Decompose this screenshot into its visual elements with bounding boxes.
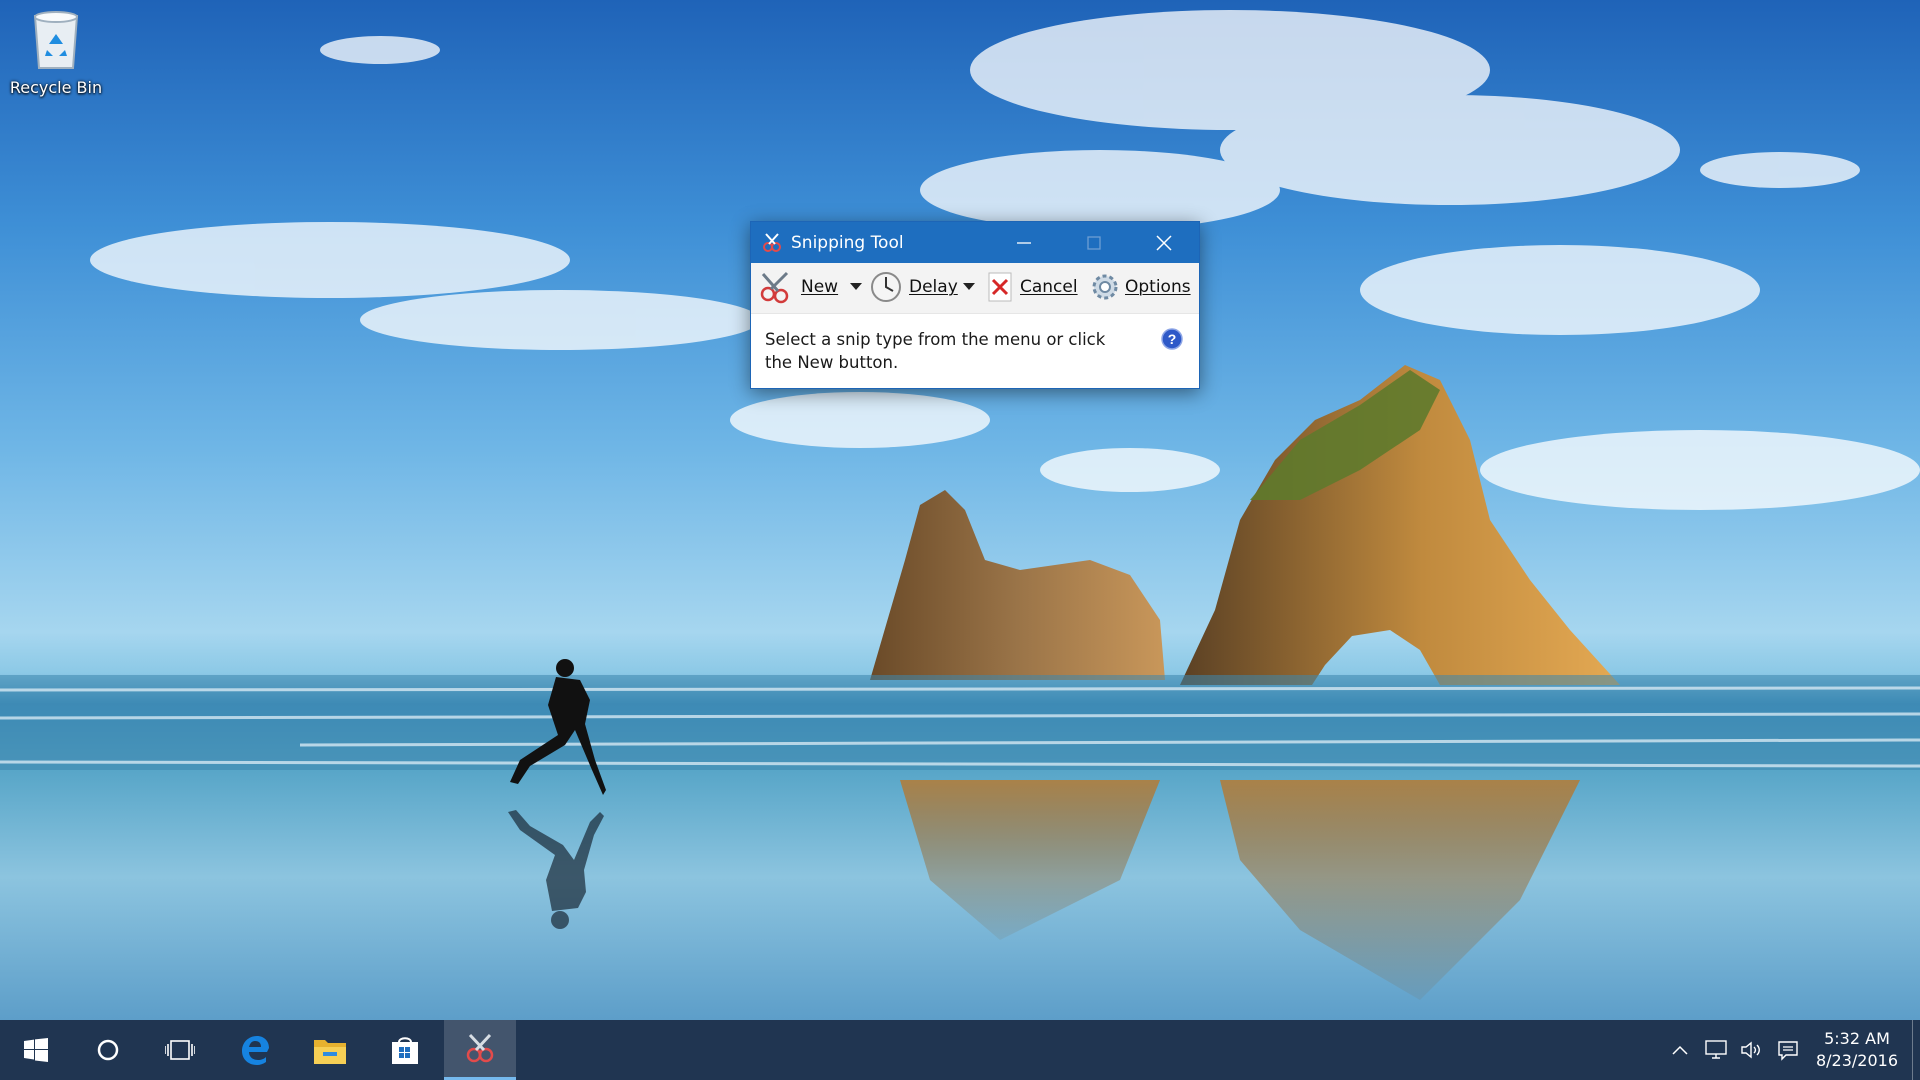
snipping-tool-window[interactable]: Snipping Tool New Delay Cancel Options S… xyxy=(750,221,1200,389)
instruction-text: Select a snip type from the menu or clic… xyxy=(765,330,1106,372)
task-view-button[interactable] xyxy=(144,1020,216,1080)
toolbar: New Delay Cancel Options xyxy=(751,263,1199,314)
new-snip-button[interactable]: New xyxy=(757,268,838,306)
snipping-tool-icon xyxy=(466,1033,494,1062)
store-button[interactable] xyxy=(369,1020,441,1080)
start-icon xyxy=(24,1038,48,1062)
gear-icon xyxy=(1092,274,1118,300)
close-button[interactable] xyxy=(1129,222,1199,263)
options-button[interactable]: Options xyxy=(1089,268,1191,306)
clock-time: 5:32 AM xyxy=(1824,1029,1890,1048)
file-explorer-icon xyxy=(314,1040,346,1064)
help-button[interactable]: ? xyxy=(1161,328,1183,354)
network-icon xyxy=(1705,1040,1727,1059)
chevron-up-icon xyxy=(1672,1045,1688,1055)
delay-button[interactable]: Delay xyxy=(869,268,958,306)
window-title: Snipping Tool xyxy=(791,233,904,253)
wallpaper-image xyxy=(0,10,1920,1000)
dropdown-arrow-icon xyxy=(850,283,862,290)
svg-text:?: ? xyxy=(1168,331,1177,347)
close-icon xyxy=(1156,234,1172,251)
network-button[interactable] xyxy=(1698,1020,1734,1080)
cancel-button[interactable]: Cancel xyxy=(988,268,1078,306)
volume-icon xyxy=(1741,1041,1760,1059)
snipping-tool-icon xyxy=(761,232,783,258)
desktop[interactable]: Recycle Bin Snipping Tool New Delay Canc… xyxy=(0,0,1920,1020)
volume-button[interactable] xyxy=(1734,1020,1770,1080)
help-icon: ? xyxy=(1161,328,1183,350)
store-icon xyxy=(392,1037,418,1064)
snipping-tool-taskbar-button[interactable] xyxy=(444,1020,516,1080)
delay-dropdown[interactable] xyxy=(963,268,975,306)
dropdown-arrow-icon xyxy=(963,283,975,290)
minimize-icon xyxy=(1017,241,1031,244)
options-label: Options xyxy=(1125,277,1191,297)
delay-label: Delay xyxy=(909,277,958,297)
taskbar: 5:32 AM 8/23/2016 xyxy=(0,1020,1920,1080)
cortana-search-icon xyxy=(97,1039,119,1061)
edge-button[interactable] xyxy=(219,1020,291,1080)
start-button[interactable] xyxy=(0,1020,72,1080)
action-center-icon xyxy=(1778,1041,1798,1061)
show-hidden-icons-button[interactable] xyxy=(1662,1020,1698,1080)
maximize-button[interactable] xyxy=(1059,222,1129,263)
clock-date: 8/23/2016 xyxy=(1815,1051,1899,1070)
snip-mode-dropdown[interactable] xyxy=(850,268,862,306)
cortana-search-button[interactable] xyxy=(72,1020,144,1080)
new-label: New xyxy=(801,277,839,297)
desktop-icon-recycle-bin[interactable]: Recycle Bin xyxy=(8,8,104,97)
scissors-icon xyxy=(760,271,789,304)
title-bar[interactable]: Snipping Tool xyxy=(751,222,1199,263)
minimize-button[interactable] xyxy=(989,222,1059,263)
action-center-button[interactable] xyxy=(1770,1020,1806,1080)
edge-icon xyxy=(242,1036,269,1065)
cancel-label: Cancel xyxy=(1020,277,1078,297)
file-explorer-button[interactable] xyxy=(294,1020,366,1080)
task-view-icon xyxy=(165,1040,195,1060)
clock[interactable]: 5:32 AM 8/23/2016 xyxy=(1806,1028,1908,1072)
desktop-icon-label: Recycle Bin xyxy=(9,78,103,97)
clock-icon xyxy=(871,272,901,302)
recycle-bin-icon xyxy=(33,11,79,69)
maximize-icon xyxy=(1087,235,1101,250)
cancel-icon xyxy=(988,272,1012,302)
show-desktop-button[interactable] xyxy=(1912,1020,1920,1080)
